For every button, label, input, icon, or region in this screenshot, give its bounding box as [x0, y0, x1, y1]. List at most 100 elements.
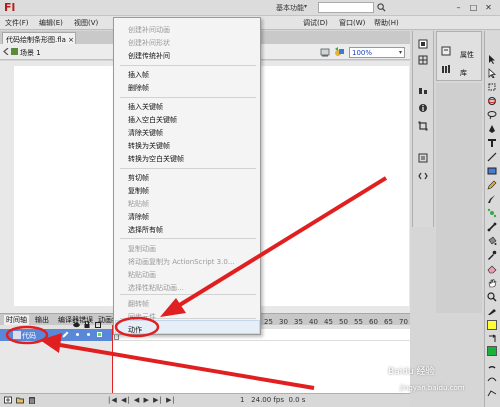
playhead[interactable] [112, 325, 113, 393]
history-panel-icon[interactable] [418, 153, 428, 163]
ruler-label: 30 [279, 318, 288, 326]
snap-icon[interactable] [487, 360, 497, 370]
menu-view[interactable]: 视图(V) [74, 18, 98, 28]
context-menu-item[interactable]: 选择所有帧 [128, 225, 163, 235]
menu-separator [120, 97, 256, 98]
context-menu-item[interactable]: 插入空白关键帧 [128, 115, 177, 125]
maximize-button[interactable]: □ [467, 2, 480, 13]
deco-tool-icon[interactable] [487, 208, 497, 218]
info-panel-icon[interactable] [418, 103, 428, 113]
panel-icon-column [412, 31, 434, 227]
pencil-tool-icon[interactable] [487, 180, 497, 190]
zoom-tool-icon[interactable] [487, 292, 497, 302]
lasso-tool-icon[interactable] [487, 110, 497, 120]
back-arrow-icon[interactable] [3, 48, 10, 55]
search-icon[interactable] [377, 3, 386, 12]
document-tab[interactable]: 代码绘制条形图.fla × [2, 32, 76, 44]
subselection-tool-icon[interactable] [487, 68, 497, 78]
new-layer-icon[interactable] [4, 396, 12, 404]
context-menu-item: 创建补间形状 [128, 39, 170, 47]
eyedropper-tool-icon[interactable] [487, 250, 497, 260]
swap-colors-icon[interactable] [487, 334, 497, 344]
context-menu-item[interactable]: 动作 [128, 325, 142, 335]
text-tool-icon[interactable] [487, 138, 497, 148]
library-icon[interactable] [441, 64, 451, 74]
title-bar [0, 0, 500, 16]
layer-color-box[interactable] [97, 332, 102, 337]
minimize-button[interactable]: – [452, 2, 465, 13]
menu-separator [120, 238, 256, 239]
paint-bucket-tool-icon[interactable] [487, 236, 497, 246]
menu-window[interactable]: 窗口(W) [339, 18, 365, 28]
menu-help[interactable]: 帮助(H) [374, 18, 399, 28]
line-tool-icon[interactable] [487, 152, 497, 162]
stroke-color-icon[interactable] [487, 306, 497, 316]
selection-tool-icon[interactable] [487, 54, 497, 64]
outline-icon[interactable] [95, 322, 101, 328]
layer-visible-dot[interactable] [76, 333, 79, 336]
color-panel-icon[interactable] [418, 39, 428, 49]
smooth-icon[interactable] [487, 374, 497, 384]
align-panel-icon[interactable] [418, 86, 428, 96]
code-panel-icon[interactable] [418, 171, 428, 181]
zoom-select[interactable]: 100% ▾ [349, 47, 405, 58]
hand-tool-icon[interactable] [487, 278, 497, 288]
context-menu-item[interactable]: 复制帧 [128, 186, 149, 196]
free-transform-tool-icon[interactable] [487, 82, 497, 92]
properties-icon[interactable] [441, 46, 451, 56]
layer-list [0, 335, 113, 393]
context-menu-item[interactable]: 清除帧 [128, 212, 149, 222]
ruler-label: 35 [294, 318, 303, 326]
3d-rotation-tool-icon[interactable] [487, 96, 497, 106]
brush-tool-icon[interactable] [487, 194, 497, 204]
context-menu-item[interactable]: 删除帧 [128, 83, 149, 93]
context-menu-item[interactable]: 插入帧 [128, 70, 149, 80]
swatches-panel-icon[interactable] [418, 55, 428, 65]
close-tab-icon[interactable]: × [68, 36, 74, 44]
eraser-tool-icon[interactable] [487, 264, 497, 274]
ruler-label: 65 [384, 318, 393, 326]
pen-tool-icon[interactable] [487, 124, 497, 134]
context-menu-item[interactable]: 插入关键帧 [128, 102, 163, 112]
layer-lock-dot[interactable] [87, 333, 90, 336]
context-menu-item[interactable]: 创建传统补间 [128, 51, 170, 61]
menu-debug[interactable]: 调试(D) [303, 18, 328, 28]
lock-icon[interactable] [84, 321, 90, 328]
context-menu-item[interactable]: 转换为关键帧 [128, 141, 170, 151]
chevron-down-icon[interactable]: ▾ [304, 3, 307, 10]
context-menu-item[interactable]: 剪切帧 [128, 173, 149, 183]
ruler-label: 55 [354, 318, 363, 326]
edit-symbol-icon[interactable] [334, 47, 345, 58]
menu-file[interactable]: 文件(F) [5, 18, 29, 28]
context-menu-item[interactable]: 转换为空白关键帧 [128, 154, 184, 164]
delete-layer-icon[interactable] [28, 396, 36, 404]
rectangle-tool-icon[interactable] [487, 166, 497, 176]
context-menu-item[interactable]: 清除关键帧 [128, 128, 163, 138]
playback-controls[interactable]: |◀ ◀| ◀ ▶ ▶| ▶| [108, 396, 176, 404]
context-menu-item: 粘贴帧 [128, 200, 149, 208]
tab-output[interactable]: 输出 [35, 315, 49, 325]
menu-edit[interactable]: 编辑(E) [39, 18, 63, 28]
new-folder-icon[interactable] [16, 396, 24, 404]
transform-panel-icon[interactable] [418, 121, 428, 131]
frames-area[interactable] [113, 335, 410, 393]
context-menu-item: 同步元件 [128, 313, 156, 321]
bone-tool-icon[interactable] [487, 222, 497, 232]
scene-label[interactable]: 场景 1 [20, 48, 41, 58]
straighten-icon[interactable] [487, 388, 497, 398]
scene-icon [11, 48, 18, 55]
layer-name[interactable]: 代码 [22, 331, 36, 341]
ruler-label: 45 [324, 318, 333, 326]
workspace-switcher[interactable]: 基本功能 [276, 3, 304, 13]
green-color-swatch[interactable] [487, 346, 497, 356]
search-input[interactable] [318, 2, 374, 13]
tab-timeline[interactable]: 时间轴 [4, 315, 29, 325]
frame-rate: 24.00 fps [251, 396, 284, 404]
eye-icon[interactable] [73, 322, 80, 328]
library-panel-label[interactable]: 库 [460, 68, 467, 78]
context-menu-item: 粘贴动画 [128, 271, 156, 279]
fill-color-swatch[interactable] [487, 320, 497, 330]
close-button[interactable]: ✕ [482, 2, 495, 13]
properties-panel-label[interactable]: 属性 [460, 50, 474, 60]
edit-scene-icon[interactable] [320, 47, 330, 57]
